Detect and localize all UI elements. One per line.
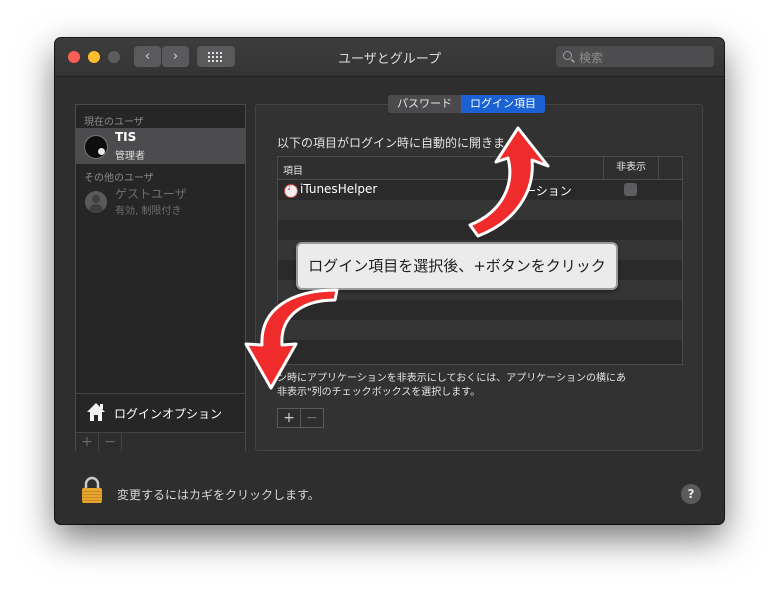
item-name: iTunesHelper [300, 182, 378, 196]
table-row [278, 220, 682, 240]
lock-text: 変更するにはカギをクリックします。 [117, 488, 320, 502]
user-item-tis[interactable]: TIS 管理者 [76, 128, 245, 164]
column-header-item[interactable]: 項目 [283, 162, 303, 177]
tab-bar: パスワード ログイン項目 [388, 95, 545, 113]
search-placeholder: 検索 [579, 51, 604, 65]
avatar [84, 135, 108, 159]
table-row[interactable]: iTunesHelper ケーション [278, 180, 682, 200]
login-options-item[interactable]: ログインオプション [76, 393, 245, 432]
user-role: 管理者 [115, 151, 145, 162]
item-kind: ケーション [512, 184, 572, 198]
instruction-callout: ログイン項目を選択後、+ボタンをクリック [296, 242, 618, 290]
lock-icon[interactable] [81, 476, 103, 504]
guest-user-name[interactable]: ゲストユーザ [115, 185, 187, 202]
user-name: TIS [115, 130, 137, 144]
table-row [278, 340, 682, 360]
add-login-item-button[interactable]: + [277, 408, 301, 428]
remove-user-button[interactable]: − [99, 433, 122, 451]
other-users-header: その他のユーザ [84, 173, 154, 184]
login-items-description: 以下の項目がログイン時に自動的に開きま [277, 136, 506, 150]
help-button[interactable]: ? [681, 484, 701, 504]
title-bar: ‹ › ユーザとグループ 検索 [55, 38, 724, 77]
tab-password[interactable]: パスワード [388, 95, 461, 113]
table-row [278, 320, 682, 340]
house-icon [87, 403, 105, 421]
sidebar-button-bar: + − [76, 432, 245, 451]
login-items-button-bar: + − [277, 408, 324, 428]
table-header: 項目 非表示 [278, 157, 682, 180]
remove-login-item-button[interactable]: − [301, 408, 324, 428]
search-field[interactable]: 検索 [556, 46, 714, 67]
tab-login-items[interactable]: ログイン項目 [461, 95, 545, 113]
guest-avatar-icon [85, 191, 107, 213]
current-user-header: 現在のユーザ [84, 117, 144, 128]
table-row [278, 300, 682, 320]
hide-checkbox[interactable] [624, 183, 637, 196]
user-list-sidebar: 現在のユーザ TIS 管理者 その他のユーザ ゲストユーザ 有効, 制限付き ロ… [75, 104, 246, 451]
hide-note: ン時にアプリケーションを非表示にしておくには、アプリケーションの横にあ 非表示"… [277, 373, 626, 398]
column-header-hide[interactable]: 非表示 [603, 157, 659, 179]
login-options-label: ログインオプション [114, 407, 223, 421]
add-user-button[interactable]: + [76, 433, 99, 451]
table-row [278, 200, 682, 220]
search-icon [563, 51, 572, 60]
guest-user-status: 有効, 制限付き [115, 206, 182, 217]
itunes-helper-icon [284, 183, 298, 198]
